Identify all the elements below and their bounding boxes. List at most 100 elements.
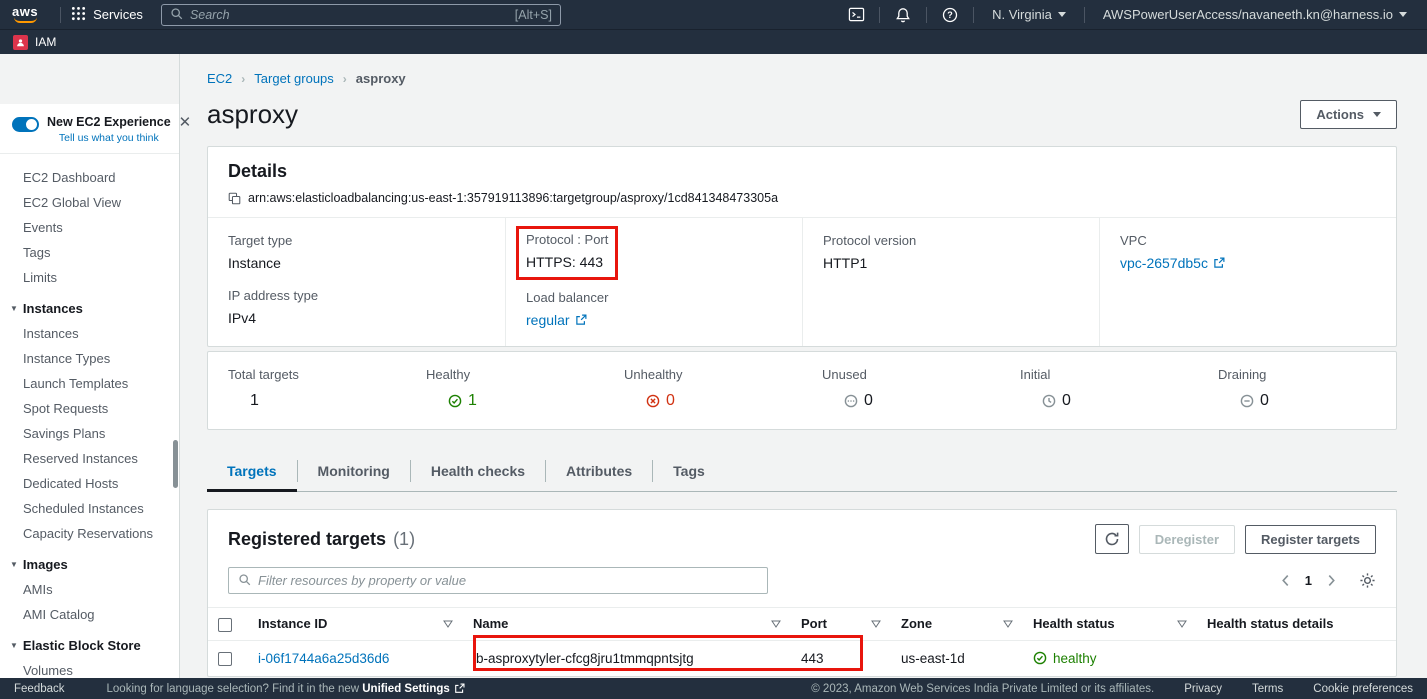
sidebar-section-ebs[interactable]: ▼Elastic Block Store <box>0 627 179 658</box>
aws-logo[interactable]: aws <box>12 6 38 23</box>
sidebar-item-launch-templates[interactable]: Launch Templates <box>0 371 179 396</box>
search-icon <box>238 573 251 589</box>
sort-icon <box>443 620 453 628</box>
sidebar-item-tags[interactable]: Tags <box>0 240 179 265</box>
sidebar-item-limits[interactable]: Limits <box>0 265 179 290</box>
vpc-link[interactable]: vpc-2657db5c <box>1120 255 1225 271</box>
initial-count: 0 <box>1042 392 1198 410</box>
column-header-port[interactable]: Port <box>791 608 891 641</box>
ip-address-type-value: IPv4 <box>228 310 485 326</box>
services-menu-button[interactable]: Services <box>71 6 143 24</box>
tab-tags[interactable]: Tags <box>653 451 725 491</box>
cloudshell-icon[interactable] <box>843 4 869 26</box>
sidebar-item-dedicated-hosts[interactable]: Dedicated Hosts <box>0 471 179 496</box>
terms-link[interactable]: Terms <box>1252 683 1283 695</box>
target-health-summary: Total targets 1 Healthy 1 Unhealthy 0 Un… <box>207 351 1397 430</box>
sidebar-item-capacity-reservations[interactable]: Capacity Reservations <box>0 521 179 546</box>
new-experience-toggle[interactable] <box>12 117 39 132</box>
sidebar-section-images[interactable]: ▼Images <box>0 546 179 577</box>
grid-icon <box>71 6 86 24</box>
tab-targets[interactable]: Targets <box>207 451 297 491</box>
instance-id-link[interactable]: i-06f1744a6a25d36d6 <box>258 651 389 666</box>
cookie-preferences-link[interactable]: Cookie preferences <box>1313 683 1413 695</box>
load-balancer-link[interactable]: regular <box>526 312 587 328</box>
notifications-bell-icon[interactable] <box>890 4 916 26</box>
sidebar-scrollbar[interactable] <box>173 440 178 488</box>
sidebar-item-spot-requests[interactable]: Spot Requests <box>0 396 179 421</box>
close-icon[interactable]: ✕ <box>179 115 192 130</box>
help-icon[interactable]: ? <box>937 4 963 26</box>
sidebar-item-ec2-dashboard[interactable]: EC2 Dashboard <box>0 165 179 190</box>
page-number[interactable]: 1 <box>1305 573 1312 588</box>
next-page-button[interactable] <box>1327 574 1336 587</box>
tab-health-checks[interactable]: Health checks <box>411 451 545 491</box>
sidebar-item-instance-types[interactable]: Instance Types <box>0 346 179 371</box>
iam-service-icon <box>13 35 28 50</box>
total-targets-value: 1 <box>250 392 406 410</box>
field-label: Load balancer <box>526 290 782 305</box>
breadcrumb-ec2[interactable]: EC2 <box>207 71 232 86</box>
sidebar-item-scheduled-instances[interactable]: Scheduled Instances <box>0 496 179 521</box>
protocol-version-value: HTTP1 <box>823 255 1079 271</box>
search-shortcut: [Alt+S] <box>515 8 552 22</box>
sidebar-item-events[interactable]: Events <box>0 215 179 240</box>
unused-count: 0 <box>844 392 1000 410</box>
sidebar-item-amis[interactable]: AMIs <box>0 577 179 602</box>
row-checkbox[interactable] <box>218 652 232 666</box>
tab-bar: Targets Monitoring Health checks Attribu… <box>207 451 1397 492</box>
registered-targets-panel: Registered targets (1) Deregister Regist… <box>207 509 1397 677</box>
sidebar-item-savings-plans[interactable]: Savings Plans <box>0 421 179 446</box>
sidebar: New EC2 Experience Tell us what you thin… <box>0 54 180 678</box>
previous-page-button[interactable] <box>1281 574 1290 587</box>
refresh-button[interactable] <box>1095 524 1129 554</box>
aws-smile-icon <box>14 17 37 23</box>
filter-input[interactable] <box>258 573 758 588</box>
sidebar-item-ami-catalog[interactable]: AMI Catalog <box>0 602 179 627</box>
tab-monitoring[interactable]: Monitoring <box>298 451 410 491</box>
sidebar-section-instances[interactable]: ▼Instances <box>0 290 179 321</box>
privacy-link[interactable]: Privacy <box>1184 683 1222 695</box>
target-zone-cell: us-east-1d <box>891 640 1023 676</box>
top-navigation: aws Services [Alt+S] ? N. Virginia <box>0 0 1427 29</box>
divider <box>879 7 880 23</box>
breadcrumb-target-groups[interactable]: Target groups <box>254 71 334 86</box>
unified-settings-link[interactable]: Unified Settings <box>362 683 465 695</box>
breadcrumb: EC2 › Target groups › asproxy <box>207 71 1397 86</box>
chevron-down-icon <box>1399 12 1407 17</box>
settings-gear-icon[interactable] <box>1359 572 1376 589</box>
external-link-icon <box>1213 257 1225 269</box>
tab-attributes[interactable]: Attributes <box>546 451 652 491</box>
deregister-button[interactable]: Deregister <box>1139 525 1235 554</box>
sidebar-item-instances[interactable]: Instances <box>0 321 179 346</box>
healthy-count: 1 <box>448 392 604 410</box>
register-targets-button[interactable]: Register targets <box>1245 525 1376 554</box>
breadcrumb-separator-icon: › <box>241 72 245 86</box>
copy-icon[interactable] <box>228 192 241 205</box>
x-circle-icon <box>646 394 660 408</box>
health-status-cell: healthy <box>1023 640 1197 676</box>
favorite-iam[interactable]: IAM <box>13 35 56 50</box>
region-selector[interactable]: N. Virginia <box>984 7 1074 22</box>
field-label: Protocol : Port <box>526 232 608 247</box>
column-header-zone[interactable]: Zone <box>891 608 1023 641</box>
refresh-icon <box>1104 531 1120 547</box>
caret-down-icon: ▼ <box>10 641 18 650</box>
search-input[interactable] <box>190 8 508 22</box>
feedback-link[interactable]: Tell us what you think <box>47 132 171 144</box>
column-header-name[interactable]: Name <box>463 608 791 641</box>
feedback-button[interactable]: Feedback <box>14 683 65 695</box>
stat-label: Unused <box>822 367 1000 382</box>
sidebar-item-ec2-global-view[interactable]: EC2 Global View <box>0 190 179 215</box>
actions-button[interactable]: Actions <box>1300 100 1397 129</box>
unhealthy-count: 0 <box>646 392 802 410</box>
column-header-health-status[interactable]: Health status <box>1023 608 1197 641</box>
account-menu[interactable]: AWSPowerUserAccess/navaneeth.kn@harness.… <box>1095 7 1415 22</box>
sort-icon <box>1177 620 1187 628</box>
protocol-port-value: HTTPS: 443 <box>526 254 608 270</box>
select-all-checkbox[interactable] <box>218 618 232 632</box>
draining-count: 0 <box>1240 392 1396 410</box>
global-search[interactable]: [Alt+S] <box>161 4 561 26</box>
external-link-icon <box>454 683 465 694</box>
sidebar-item-reserved-instances[interactable]: Reserved Instances <box>0 446 179 471</box>
column-header-instance-id[interactable]: Instance ID <box>248 608 463 641</box>
